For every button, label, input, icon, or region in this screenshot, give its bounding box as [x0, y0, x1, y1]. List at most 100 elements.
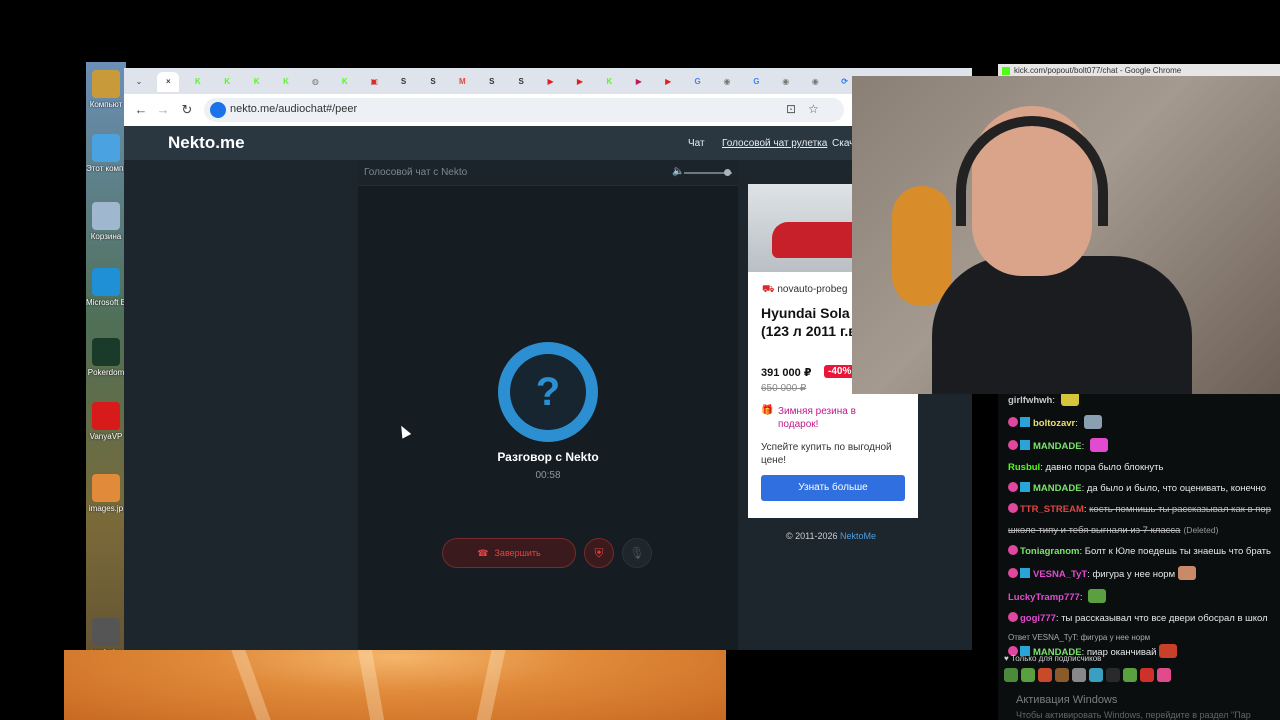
chat-message[interactable]: LuckyTramp777: [1008, 589, 1280, 604]
chrome-icon: ◉ [811, 77, 819, 86]
desktop-icon[interactable]: Microsoft Edge [86, 268, 126, 307]
end-call-button[interactable]: ☎ Завершить [442, 538, 576, 568]
back-button[interactable]: ← [132, 101, 150, 119]
tab[interactable]: ▣ [363, 72, 385, 92]
tab[interactable]: M [451, 72, 473, 92]
desktop-icon[interactable]: Pokerdom [86, 338, 126, 377]
copyright-link[interactable]: NektoMe [840, 531, 876, 541]
chat-username[interactable]: TTR_STREAM [1020, 504, 1084, 515]
site-info-icon[interactable] [210, 102, 226, 118]
desktop-icon-label: Pokerdom [87, 368, 125, 377]
emote-picker-icon[interactable] [1004, 668, 1018, 682]
verified-badge-icon [1020, 568, 1030, 578]
emote-picker-icon[interactable] [1140, 668, 1154, 682]
chat-username[interactable]: gogi777 [1020, 613, 1056, 624]
tab[interactable]: ▶ [628, 72, 650, 92]
chat-username[interactable]: MANDADE [1033, 483, 1082, 494]
chat-message[interactable]: TTR_STREAM: кость помнишь ты рассказывал… [1008, 503, 1280, 516]
desktop-icon[interactable]: Компьют [86, 70, 126, 109]
site-logo[interactable]: Nekto.me [168, 133, 245, 153]
desktop-icon[interactable]: images.jp [86, 474, 126, 513]
chat-username[interactable]: boltozavr [1033, 418, 1075, 429]
bookmark-star-icon[interactable]: ☆ [808, 102, 819, 116]
emote-picker-icon[interactable] [1157, 668, 1171, 682]
tab[interactable]: ▶ [657, 72, 679, 92]
desktop-icon[interactable]: Этот компьют [86, 134, 126, 173]
fur-stripe [231, 650, 271, 720]
kick-icon: K [224, 77, 231, 86]
desktop-icon-label: Компьют [89, 100, 123, 109]
emote-picker-icon[interactable] [1089, 668, 1103, 682]
reload-button[interactable]: ↻ [178, 101, 196, 119]
subscriber-badge-icon [1008, 503, 1018, 513]
refresh-icon: ⟳ [841, 77, 848, 86]
chat-message[interactable]: MANDADE: да было и было, что оценивать, … [1008, 482, 1280, 495]
ad-old-price: 650 000 ₽ [761, 383, 807, 394]
chat-message-text: ты рассказывал что все двери обосрал в ш… [1061, 613, 1268, 624]
chat-message[interactable]: школе типу и тебя выгнали из 7 класса (De… [1008, 524, 1280, 537]
chat-message[interactable]: girlfwhwh: [1008, 392, 1280, 407]
tab[interactable]: ◉ [775, 72, 797, 92]
chat-message-text: да было и было, что оценивать, конечно [1086, 483, 1266, 494]
chat-message[interactable]: boltozavr: [1008, 415, 1280, 430]
tab[interactable]: K [598, 72, 620, 92]
ad-description: Успейте купить по выгодной цене! [761, 442, 892, 466]
address-bar[interactable]: nekto.me/audiochat#/peer [204, 98, 844, 122]
tab[interactable]: G [687, 72, 709, 92]
tab[interactable]: ▶ [569, 72, 591, 92]
chat-message[interactable]: MANDADE: [1008, 438, 1280, 453]
tab[interactable]: S [510, 72, 532, 92]
chat-message[interactable]: Rusbul: давно пора было блокнуть [1008, 461, 1280, 474]
emote-picker-icon[interactable] [1055, 668, 1069, 682]
tab[interactable]: S [422, 72, 444, 92]
emote-picker-icon[interactable] [1038, 668, 1052, 682]
chat-username[interactable]: VESNA_TyT [1033, 569, 1087, 580]
emote-picker-icon[interactable] [1021, 668, 1035, 682]
nav-voice-roulette[interactable]: Голосовой чат рулетка [722, 138, 827, 149]
forward-button[interactable]: → [154, 101, 172, 119]
tab[interactable]: K [246, 72, 268, 92]
tab[interactable]: ◉ [716, 72, 738, 92]
tab-active[interactable]: × [157, 72, 180, 92]
install-icon[interactable]: ⊡ [786, 102, 796, 116]
tab[interactable]: ⌄ [128, 72, 150, 92]
tab[interactable]: ◉ [804, 72, 826, 92]
volume-icon[interactable]: 🔈 [672, 166, 684, 177]
emote-picker-icon[interactable] [1123, 668, 1137, 682]
screen: Компьют Этот компьют Корзина Microsoft Edge… [0, 0, 1280, 720]
tab[interactable]: K [216, 72, 238, 92]
chat-message[interactable]: Toniagranom: Болт к Юле поедешь ты знаеш… [1008, 545, 1280, 558]
chat-message-text: фигура у нее норм [1092, 569, 1176, 580]
tab[interactable]: ◍ [304, 72, 326, 92]
desktop-icon-label: Этот компьют [86, 164, 126, 173]
end-call-label: Завершить [494, 548, 541, 558]
chat-username[interactable]: MANDADE [1033, 441, 1082, 452]
chat-message[interactable]: VESNA_TyT: фигура у нее норм [1008, 566, 1280, 581]
tab[interactable]: ▶ [540, 72, 562, 92]
streamer-shirt [932, 256, 1192, 394]
chat-username[interactable]: Toniagranom [1020, 546, 1079, 557]
volume-slider-handle[interactable] [723, 169, 731, 176]
tab[interactable]: S [481, 72, 503, 92]
tab[interactable]: S [393, 72, 415, 92]
nav-chat[interactable]: Чат [688, 138, 705, 149]
report-shield-button[interactable]: ⛨ [584, 538, 614, 568]
emote-picker-icon[interactable] [1106, 668, 1120, 682]
chat-username[interactable]: Rusbul [1008, 462, 1040, 473]
tab[interactable]: K [334, 72, 356, 92]
avatar-ring: ? [510, 354, 586, 430]
chat-username[interactable]: LuckyTramp777 [1008, 592, 1080, 603]
tab[interactable]: G [745, 72, 767, 92]
chat-username[interactable]: girlfwhwh [1008, 395, 1052, 406]
tab[interactable]: K [275, 72, 297, 92]
ad-learn-more-button[interactable]: Узнать больше [761, 475, 905, 501]
desktop-icon-label: images.jp [88, 504, 124, 513]
emote-picker-icon[interactable] [1072, 668, 1086, 682]
fur-stripe [357, 650, 385, 720]
desktop-icon[interactable]: Корзина [86, 202, 126, 241]
youtube-icon: ▶ [547, 77, 554, 86]
tab[interactable]: K [187, 72, 209, 92]
microphone-button[interactable]: 🎙 [622, 538, 652, 568]
chat-message[interactable]: gogi777: ты рассказывал что все двери об… [1008, 612, 1280, 625]
desktop-icon[interactable]: VanyaVP [86, 402, 126, 441]
